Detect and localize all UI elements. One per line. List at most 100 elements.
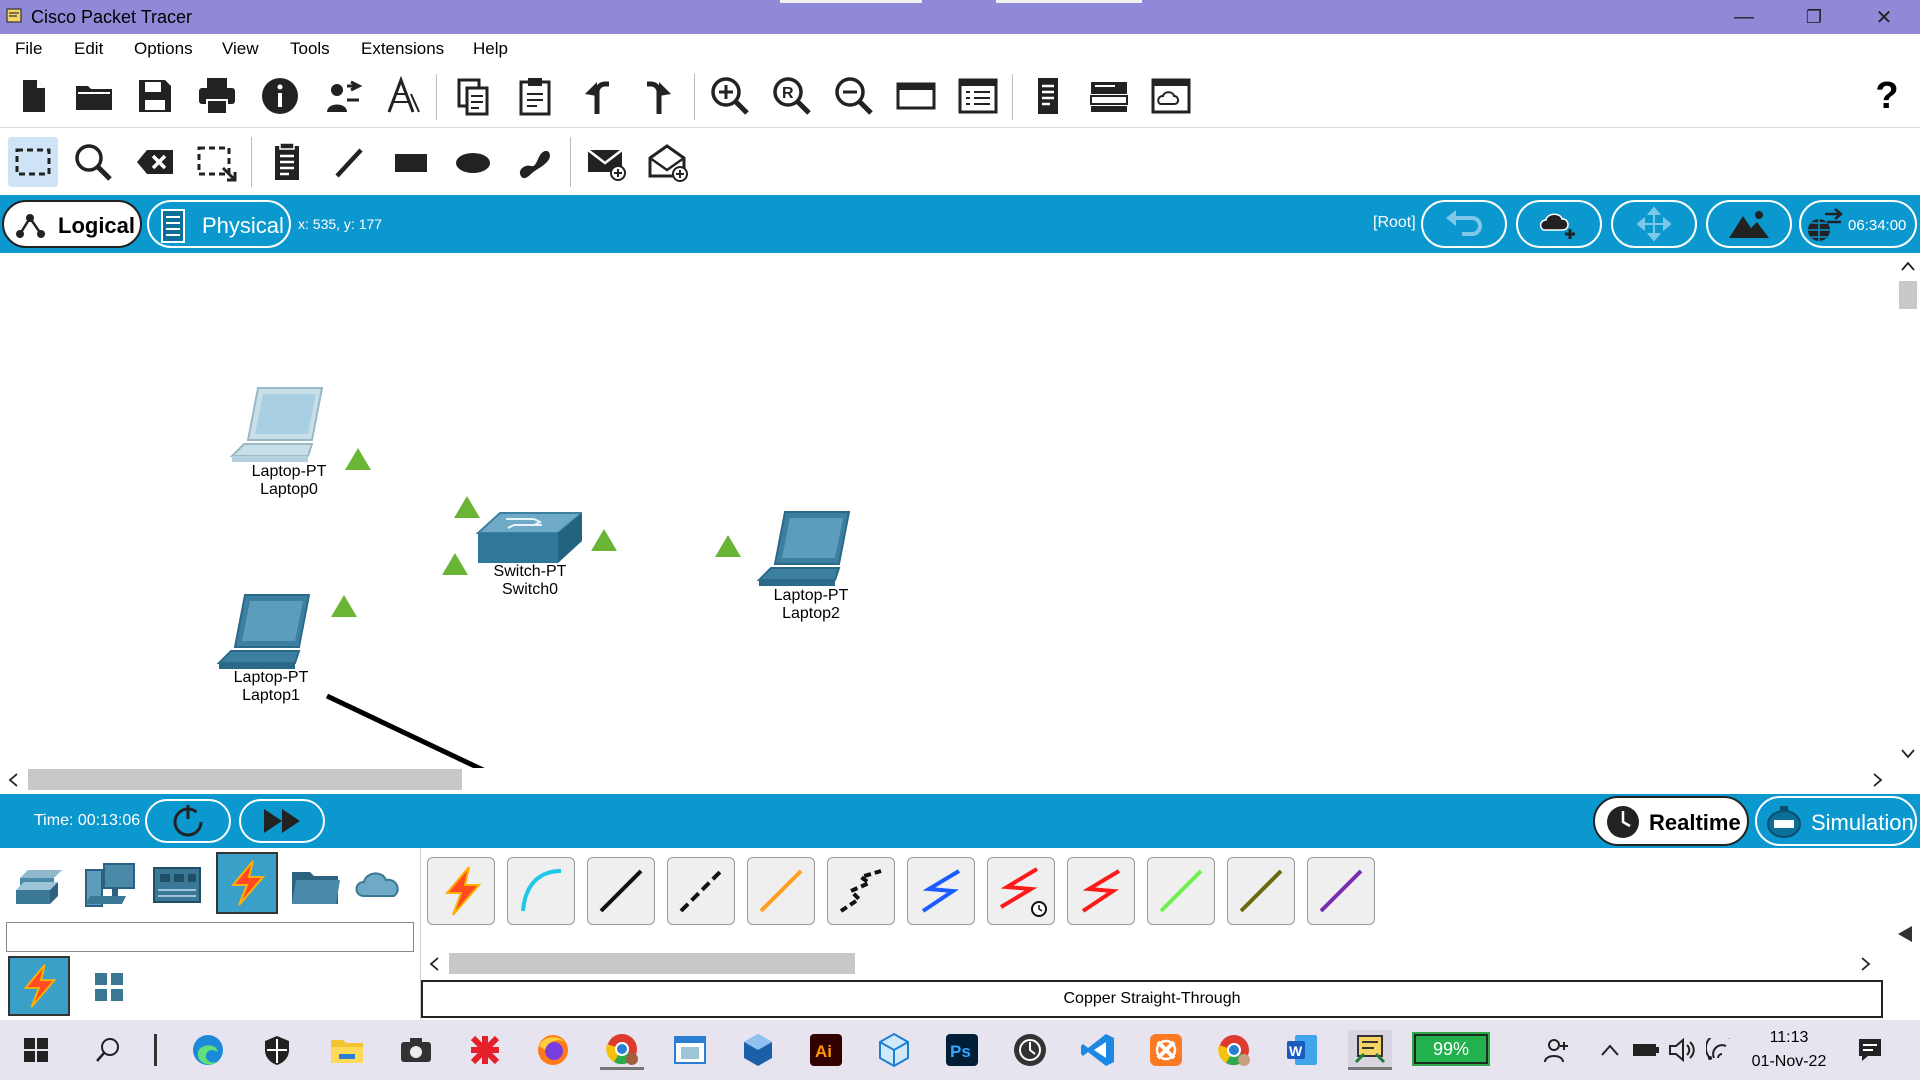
vertical-scrollbar[interactable] (1895, 253, 1920, 768)
connection-usb[interactable] (1307, 857, 1375, 925)
collapse-panel-icon[interactable] (1896, 924, 1914, 944)
search-icon[interactable] (86, 1030, 130, 1070)
new-file-icon[interactable] (8, 71, 58, 121)
menu-help[interactable]: Help (473, 39, 508, 59)
connection-octal[interactable] (1147, 857, 1215, 925)
inspect-icon[interactable] (68, 137, 118, 187)
grid-view-icon[interactable] (80, 958, 138, 1016)
battery-widget[interactable]: 99% (1412, 1032, 1490, 1066)
connection-automatic[interactable] (427, 857, 495, 925)
zoom-reset-icon[interactable]: R (767, 71, 817, 121)
edge-icon[interactable] (186, 1030, 230, 1070)
connection-straight-through[interactable] (587, 857, 655, 925)
zoom-in-icon[interactable] (705, 71, 755, 121)
print-icon[interactable] (192, 71, 242, 121)
undo-icon[interactable] (572, 71, 622, 121)
horizontal-scrollbar[interactable] (0, 768, 1895, 792)
connections-subcategory-icon[interactable] (8, 956, 70, 1016)
laptop2-device-icon[interactable] (753, 510, 867, 590)
delete-icon[interactable] (130, 137, 180, 187)
scroll-left-icon[interactable] (429, 957, 439, 971)
connection-phone[interactable] (827, 857, 895, 925)
note-icon[interactable] (262, 137, 312, 187)
connections-icon[interactable] (216, 852, 278, 914)
connection-scroll-thumb[interactable] (449, 953, 855, 974)
set-background-button[interactable] (1706, 200, 1792, 248)
packet-tracer-taskbar-icon[interactable] (1348, 1030, 1392, 1070)
3d-cube-icon[interactable] (872, 1030, 916, 1070)
xampp-icon[interactable] (1144, 1030, 1188, 1070)
connection-fiber[interactable] (747, 857, 815, 925)
physical-tab[interactable]: Physical (147, 200, 291, 248)
notification-icon[interactable] (1848, 1030, 1892, 1070)
laptop0-device-icon[interactable] (230, 386, 344, 466)
scroll-down-icon[interactable] (1901, 749, 1915, 759)
logical-tab[interactable]: Logical (2, 200, 142, 248)
components-icon[interactable] (148, 856, 206, 914)
rectangle-icon[interactable] (386, 137, 436, 187)
viewport-clock[interactable]: 06:34:00 (1799, 200, 1917, 248)
recorder-icon[interactable] (1008, 1030, 1052, 1070)
add-complex-pdu-icon[interactable] (643, 137, 693, 187)
viewport-icon[interactable] (1023, 71, 1073, 121)
realtime-mode-button[interactable]: Realtime (1593, 796, 1749, 846)
cluster-icon[interactable] (1146, 71, 1196, 121)
close-button[interactable]: ✕ (1852, 0, 1916, 34)
activity-wizard-icon[interactable] (318, 71, 368, 121)
camera-icon[interactable] (394, 1030, 438, 1070)
people-icon[interactable] (1534, 1030, 1578, 1070)
connection-iot-custom[interactable] (1227, 857, 1295, 925)
switch0-device-icon[interactable] (476, 511, 582, 569)
scroll-right-icon[interactable] (1873, 773, 1883, 787)
connection-crossover[interactable] (667, 857, 735, 925)
system-clock[interactable]: 11:13 01-Nov-22 (1740, 1026, 1838, 1074)
new-cluster-button[interactable] (1516, 200, 1602, 248)
open-folder-icon[interactable] (69, 71, 119, 121)
menu-file[interactable]: File (15, 39, 42, 59)
multiuser-icon[interactable] (352, 856, 410, 914)
illustrator-icon[interactable]: Ai (804, 1030, 848, 1070)
connection-serial-dte[interactable] (1067, 857, 1135, 925)
fast-forward-button[interactable] (239, 799, 325, 843)
power-cycle-button[interactable] (145, 799, 231, 843)
freeform-icon[interactable] (510, 137, 560, 187)
vscode-icon[interactable] (1076, 1030, 1120, 1070)
connection-coaxial[interactable] (907, 857, 975, 925)
connection-serial-dce[interactable] (987, 857, 1055, 925)
photoshop-icon[interactable]: Ps (940, 1030, 984, 1070)
move-object-button[interactable] (1611, 200, 1697, 248)
word-icon[interactable]: W (1280, 1030, 1324, 1070)
menu-extensions[interactable]: Extensions (361, 39, 444, 59)
vertical-scroll-thumb[interactable] (1899, 281, 1917, 309)
simulation-mode-button[interactable]: Simulation (1755, 796, 1917, 846)
window-app-icon[interactable] (668, 1030, 712, 1070)
horizontal-scroll-thumb[interactable] (28, 769, 462, 790)
restore-button[interactable]: ❐ (1782, 0, 1846, 34)
paste-icon[interactable] (510, 71, 560, 121)
save-icon[interactable] (130, 71, 180, 121)
zoom-out-icon[interactable] (829, 71, 879, 121)
chrome-profile-icon[interactable] (600, 1030, 644, 1070)
menu-view[interactable]: View (222, 39, 259, 59)
info-icon[interactable] (255, 71, 305, 121)
menu-options[interactable]: Options (134, 39, 193, 59)
copy-icon[interactable] (448, 71, 498, 121)
laptop1-device-icon[interactable] (213, 593, 327, 673)
end-devices-icon[interactable] (80, 856, 138, 914)
network-info-icon[interactable] (378, 71, 428, 121)
custom-device-dialog-icon[interactable] (953, 71, 1003, 121)
wifi-icon[interactable] (1698, 1030, 1742, 1070)
scroll-right-icon[interactable] (1861, 957, 1871, 971)
menu-edit[interactable]: Edit (74, 39, 103, 59)
connection-scrollbar[interactable] (423, 952, 1883, 976)
redo-icon[interactable] (634, 71, 684, 121)
xmind-icon[interactable] (463, 1030, 507, 1070)
back-button[interactable] (1421, 200, 1507, 248)
drawing-palette-icon[interactable] (891, 71, 941, 121)
add-simple-pdu-icon[interactable] (581, 137, 631, 187)
network-devices-icon[interactable] (10, 856, 68, 914)
chrome-icon[interactable] (1212, 1030, 1256, 1070)
scroll-up-icon[interactable] (1901, 261, 1915, 271)
help-button[interactable]: ? (1862, 71, 1912, 121)
menu-tools[interactable]: Tools (290, 39, 330, 59)
